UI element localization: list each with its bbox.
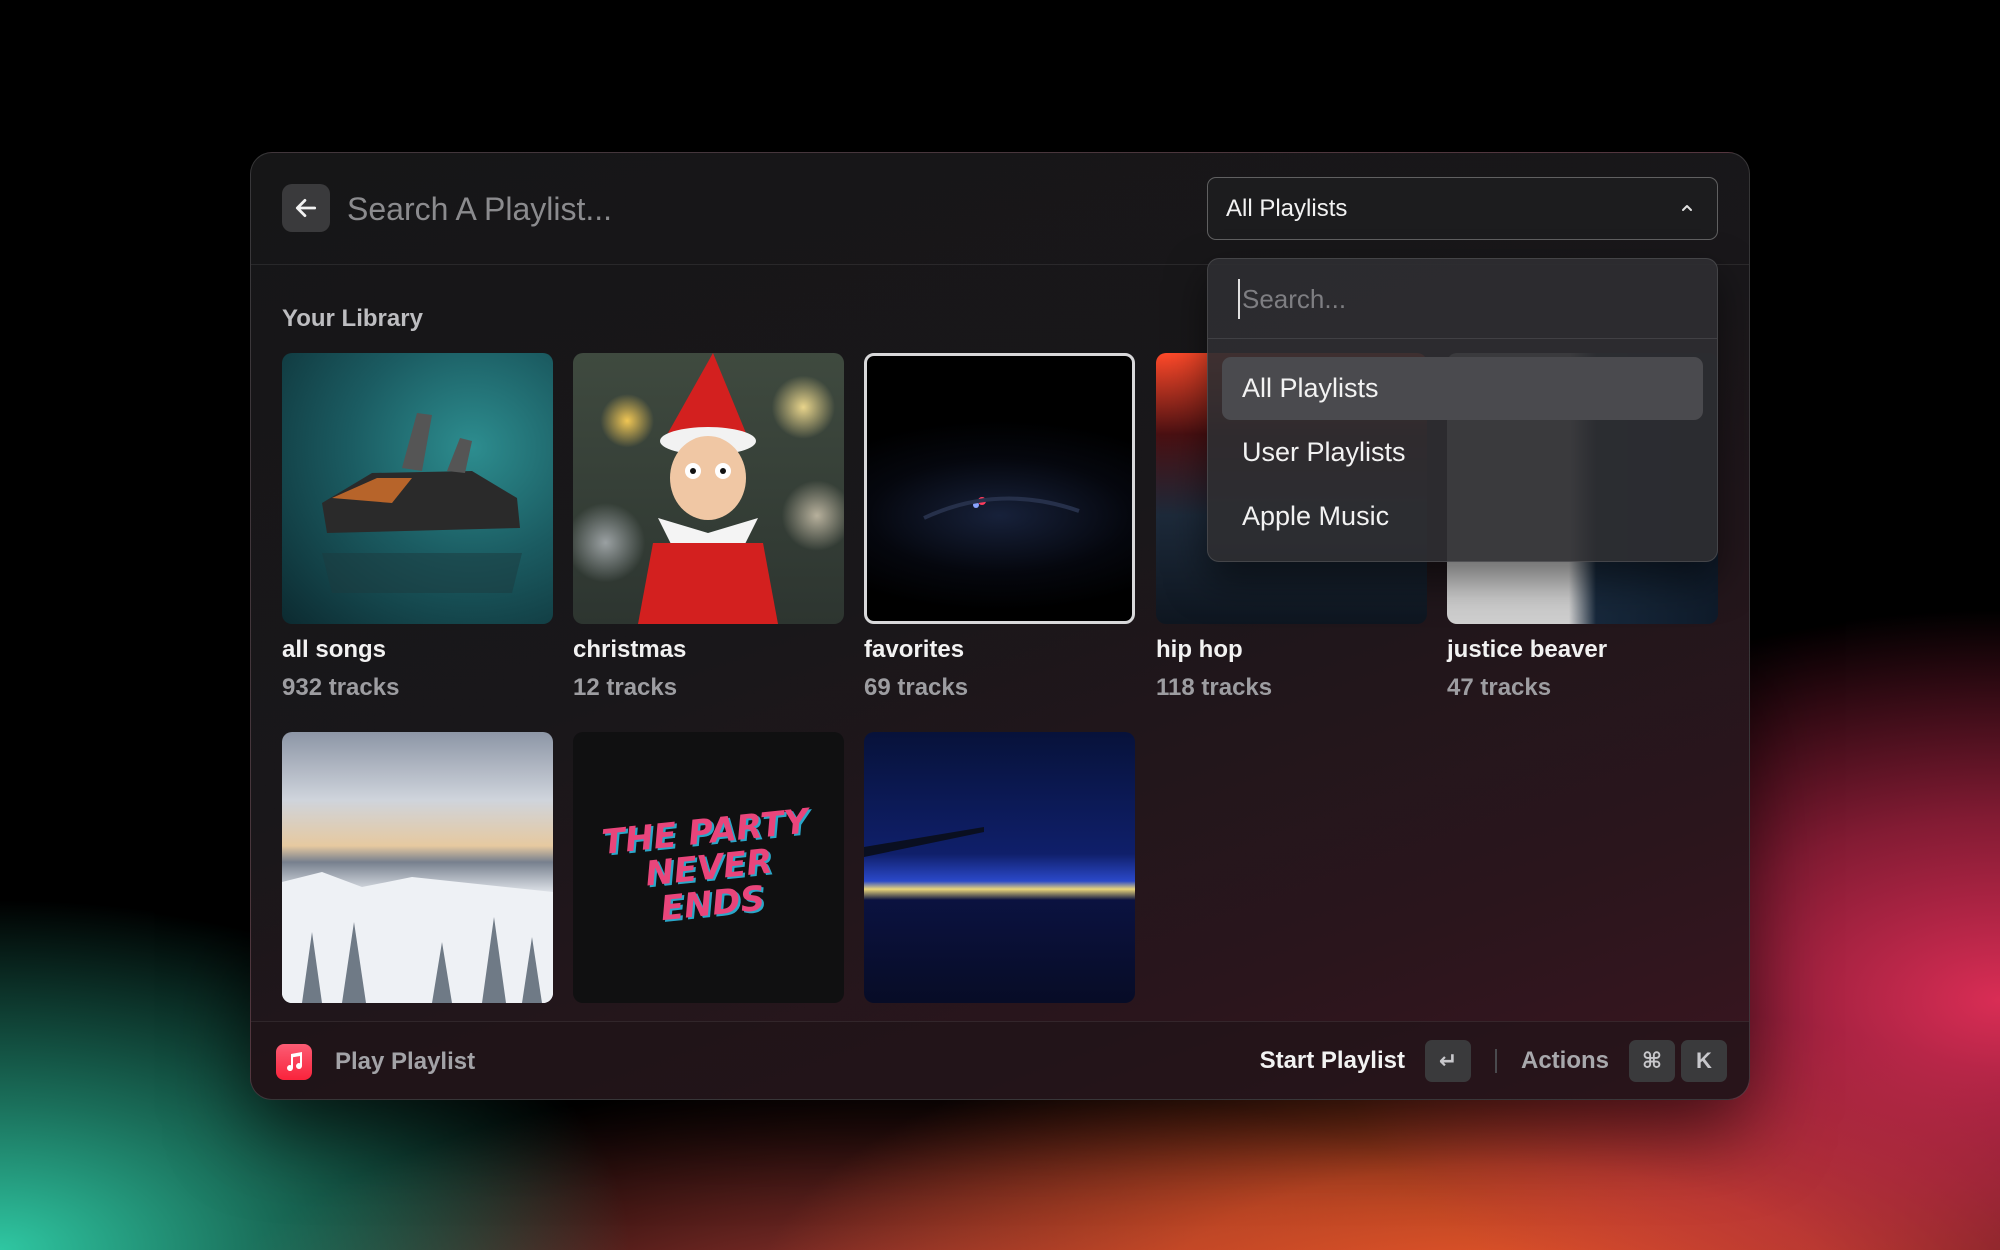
menu-item-user-playlists[interactable]: User Playlists xyxy=(1222,421,1703,484)
chevron-up-icon xyxy=(1682,205,1692,211)
playlist-item-all-songs[interactable]: all songs 932 tracks xyxy=(282,353,553,702)
playlist-title: justice beaver xyxy=(1447,636,1608,663)
playlist-item-8[interactable] xyxy=(864,732,1135,1015)
album-art-text: THE PARTY NEVER ENDS xyxy=(599,800,810,929)
menu-item-all-playlists[interactable]: All Playlists xyxy=(1222,357,1703,420)
playlist-filter-menu: All Playlists User Playlists Apple Music xyxy=(1207,258,1718,562)
menu-search xyxy=(1208,259,1717,339)
playlist-filter-dropdown[interactable]: All Playlists xyxy=(1207,177,1718,240)
playlist-track-count: 69 tracks xyxy=(864,674,969,701)
playlist-track-count: 12 tracks xyxy=(573,674,678,701)
playlist-item-7[interactable]: THE PARTY NEVER ENDS xyxy=(573,732,844,1015)
playlist-title: christmas xyxy=(573,636,687,663)
playlist-cover xyxy=(864,353,1135,624)
section-title: Your Library xyxy=(282,305,423,332)
playlist-title: all songs xyxy=(282,636,387,663)
footer-actions: Start Playlist ↵ Actions ⌘ K xyxy=(1260,1038,1727,1084)
search-bar: All Playlists xyxy=(251,153,1749,265)
actions-button[interactable]: Actions xyxy=(1521,1047,1609,1075)
playlist-track-count: 118 tracks xyxy=(1156,674,1273,701)
back-button[interactable] xyxy=(282,184,330,232)
playlist-item-favorites[interactable]: favorites 69 tracks xyxy=(864,353,1135,702)
playlist-search-input[interactable] xyxy=(347,183,1087,235)
playlist-window: All Playlists Your Library all songs 932… xyxy=(250,152,1750,1100)
arrow-left-icon xyxy=(295,199,317,217)
playlist-cover: THE PARTY NEVER ENDS xyxy=(573,732,844,1003)
playlist-title: favorites xyxy=(864,636,965,663)
cmd-key-badge: ⌘ xyxy=(1629,1040,1675,1082)
music-app-icon xyxy=(276,1044,312,1080)
divider xyxy=(1494,1049,1497,1073)
filter-selected-label: All Playlists xyxy=(1226,194,1348,222)
playlist-title: hip hop xyxy=(1156,636,1243,663)
menu-search-input[interactable] xyxy=(1238,279,1678,319)
playlist-item-christmas[interactable]: christmas 12 tracks xyxy=(573,353,844,702)
music-note-icon xyxy=(287,1052,303,1072)
menu-item-apple-music[interactable]: Apple Music xyxy=(1222,485,1703,548)
playlist-cover xyxy=(864,732,1135,1003)
command-title: Play Playlist xyxy=(335,1048,476,1075)
playlist-track-count: 932 tracks xyxy=(282,674,400,701)
action-bar: Play Playlist Start Playlist ↵ Actions ⌘… xyxy=(251,1021,1749,1099)
playlist-cover xyxy=(282,353,553,624)
k-key-badge: K xyxy=(1681,1040,1727,1082)
playlist-cover xyxy=(282,732,553,1003)
start-playlist-button[interactable]: Start Playlist xyxy=(1260,1047,1405,1075)
enter-key-badge: ↵ xyxy=(1424,1040,1471,1082)
playlist-cover xyxy=(573,353,844,624)
playlist-item-6[interactable] xyxy=(282,732,553,1015)
playlist-track-count: 47 tracks xyxy=(1447,674,1552,701)
